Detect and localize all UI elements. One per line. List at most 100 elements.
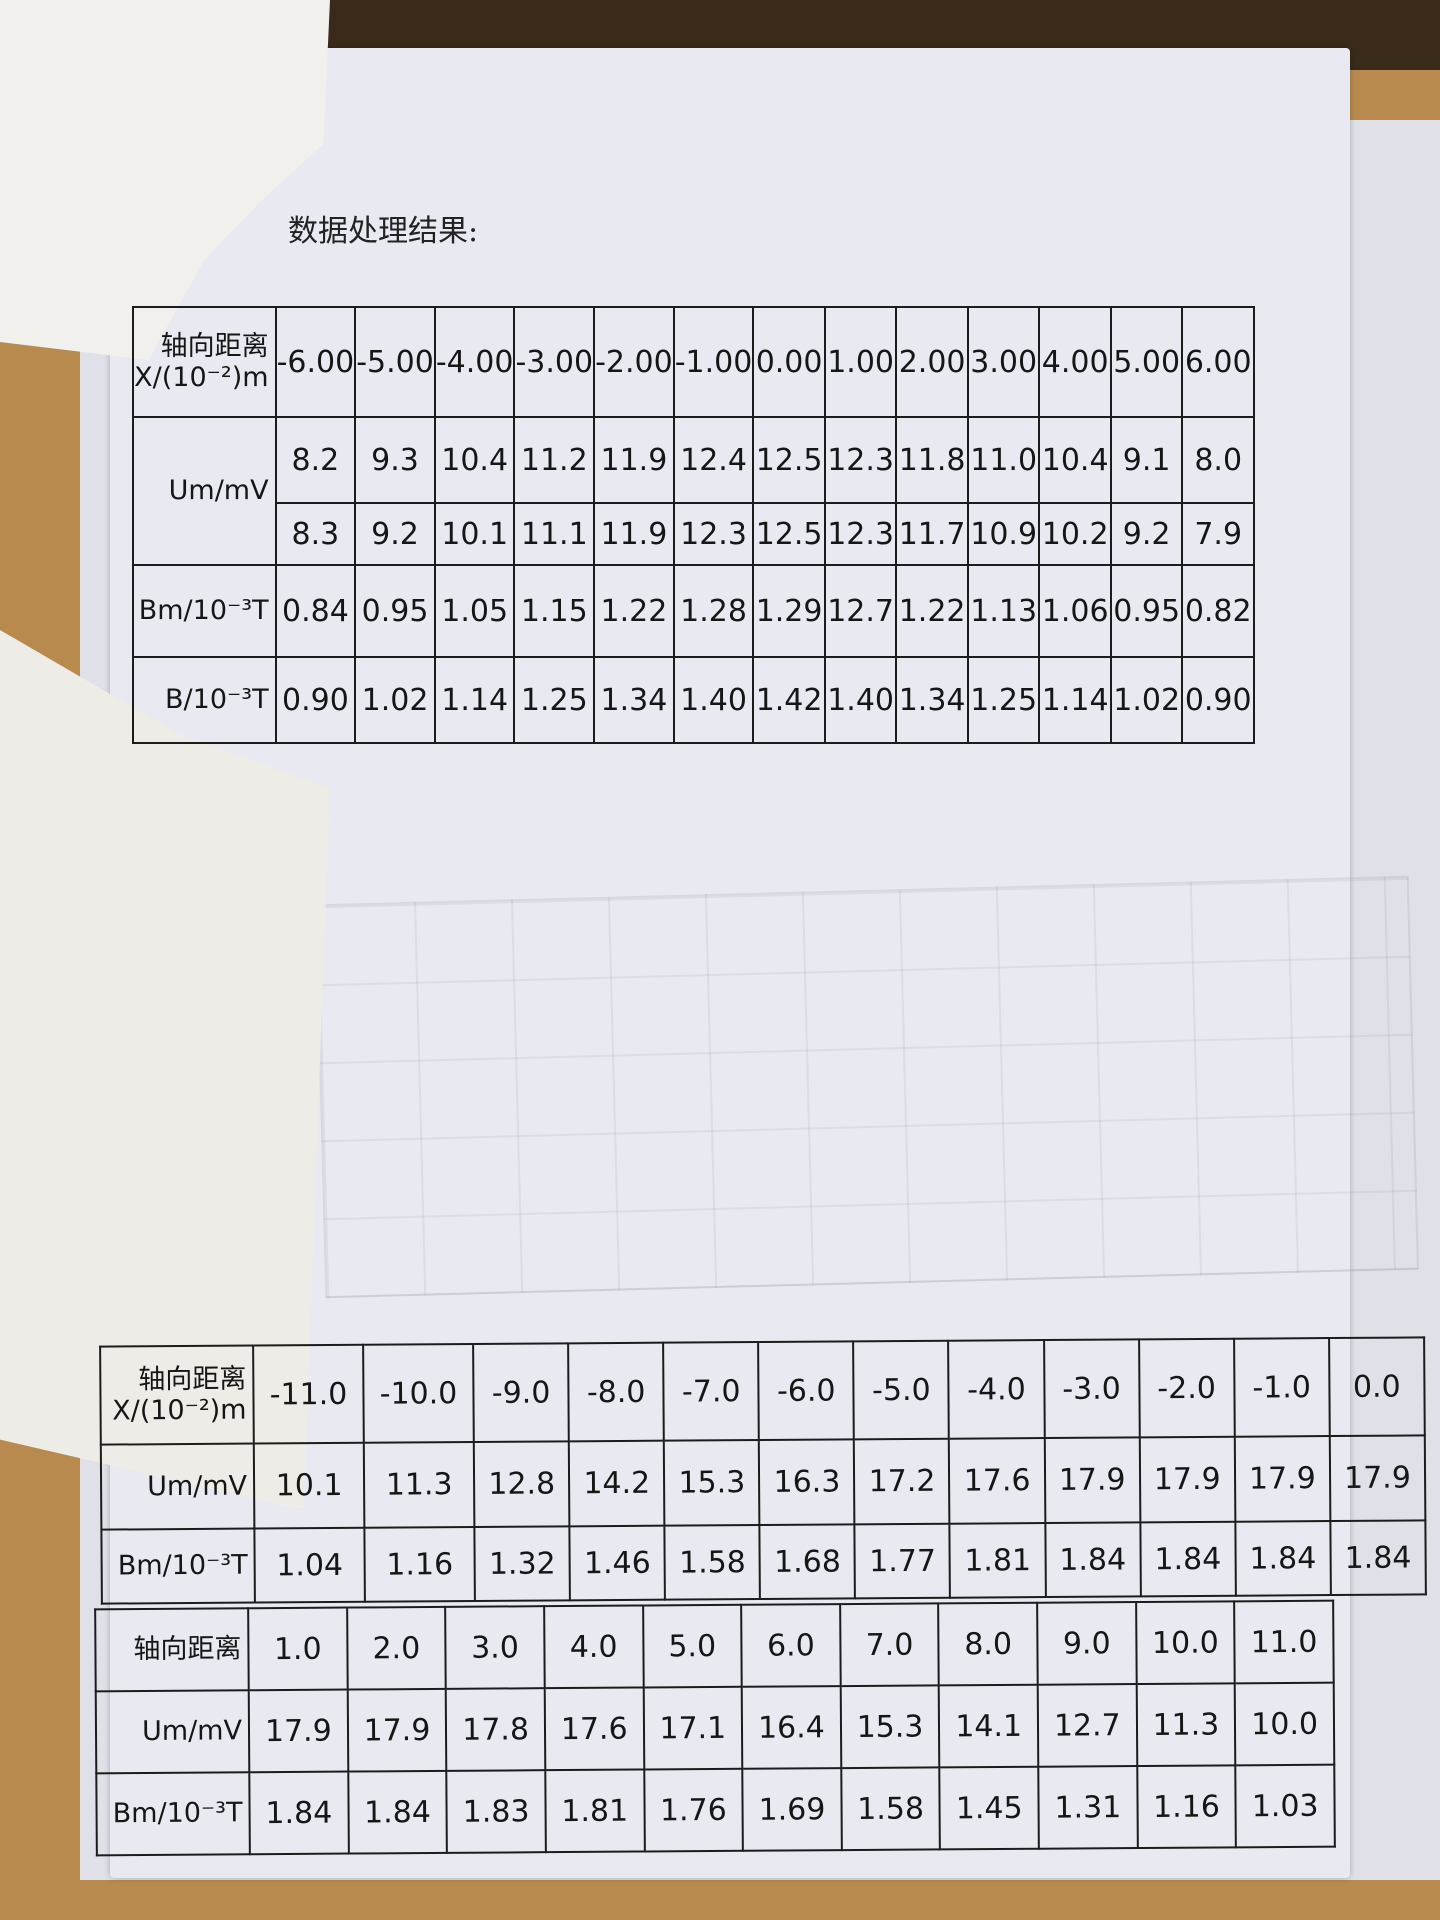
table-cell: 6.0: [741, 1604, 841, 1687]
table-cell: 10.1: [433, 502, 516, 566]
table-cell: 5.00: [1109, 306, 1184, 418]
table-cell: -2.0: [1138, 1338, 1235, 1438]
table-cell: -11.0: [253, 1344, 364, 1444]
table-cell: -3.0: [1043, 1339, 1140, 1439]
table-axial-6cm: 轴向距离 X/(10⁻²)m -6.00 -5.00 -4.00 -3.00 -2.00 -1…: [132, 306, 1255, 744]
row-label-um: Um/mV: [95, 1690, 250, 1774]
table-cell: 1.03: [1235, 1764, 1335, 1848]
table-cell: 9.3: [354, 416, 436, 504]
table-cell: 17.9: [1139, 1436, 1236, 1523]
table-cell: 1.77: [854, 1523, 951, 1599]
table-axial-positive: 轴向距离 1.0 2.0 3.0 4.0 5.0 6.0 7.0 8.0 9.0 10.0 11.0 …: [94, 1600, 1336, 1857]
table-cell: 17.6: [544, 1687, 644, 1771]
table-cell: 1.69: [742, 1768, 842, 1851]
table-cell: 0.84: [274, 564, 357, 658]
table-cell: 1.22: [593, 564, 675, 658]
table-cell: 1.81: [545, 1769, 645, 1853]
table-cell: 12.8: [473, 1441, 570, 1528]
table-cell: 1.25: [966, 656, 1041, 744]
table-cell: 12.7: [823, 564, 898, 658]
table-cell: 5.0: [642, 1604, 742, 1688]
table-cell: -4.0: [948, 1340, 1045, 1439]
table-cell: 12.3: [823, 502, 898, 566]
row-label-x: 轴向距离: [95, 1608, 249, 1692]
table-cell: 3.0: [445, 1606, 545, 1689]
table-cell: 0.95: [1109, 564, 1184, 658]
row-label-x: 轴向距离 X/(10⁻²)m: [132, 306, 277, 418]
table-cell: 1.46: [569, 1525, 666, 1601]
table-cell: 11.9: [593, 416, 675, 504]
table-cell: 11.8: [895, 416, 969, 504]
table-cell: -10.0: [363, 1344, 474, 1443]
table-cell: 1.31: [1038, 1766, 1138, 1849]
table-cell: 11.3: [1136, 1683, 1236, 1767]
table-cell: 1.83: [446, 1770, 546, 1853]
table-cell: 12.4: [672, 416, 755, 504]
table-cell: 12.3: [672, 502, 755, 566]
table-cell: 1.42: [752, 656, 826, 744]
table-cell: 1.81: [949, 1523, 1046, 1598]
table-cell: 10.1: [253, 1442, 365, 1529]
table-cell: 1.28: [672, 564, 755, 658]
table-cell: -6.0: [758, 1341, 855, 1441]
table-cell: 1.84: [1044, 1522, 1141, 1598]
table-cell: 10.9: [966, 502, 1041, 566]
table-row-um2: 8.3 9.2 10.1 11.1 11.9 12.3 12.5 12.3 11.7 10.9 10…: [133, 502, 1255, 566]
table-cell: 17.9: [248, 1689, 348, 1773]
table-cell: 10.2: [1038, 502, 1112, 566]
table-cell: 1.84: [1330, 1520, 1426, 1596]
row-label-bm: Bm/10⁻³T: [101, 1528, 255, 1604]
table-cell: 9.0: [1037, 1602, 1137, 1685]
table-cell: 1.06: [1038, 564, 1112, 658]
table-cell: -5.0: [853, 1340, 950, 1440]
table-row-x: 轴向距离 X/(10⁻²)m -6.00 -5.00 -4.00 -3.00 -2.00 -1…: [132, 306, 1255, 418]
table-cell: 17.2: [854, 1438, 950, 1525]
table-cell: 10.0: [1135, 1601, 1235, 1685]
table-cell: 10.0: [1234, 1682, 1335, 1766]
table-cell: 3.00: [966, 306, 1041, 418]
table-cell: -7.0: [663, 1342, 760, 1441]
table-cell: 11.1: [513, 502, 596, 566]
table-cell: 1.45: [939, 1766, 1039, 1850]
table-cell: 15.3: [664, 1440, 760, 1526]
table-cell: 12.7: [1037, 1684, 1137, 1767]
table-row-um: Um/mV 10.1 11.3 12.8 14.2 15.3 16.3 17.2 17.6 17.…: [100, 1435, 1426, 1530]
table-cell: 0.82: [1181, 564, 1255, 658]
section-title: 数据处理结果:: [288, 214, 479, 249]
table-cell: 1.22: [895, 564, 969, 658]
table-cell: 12.5: [752, 502, 826, 566]
table-cell: 1.76: [643, 1768, 743, 1852]
table-row-x: 轴向距离 1.0 2.0 3.0 4.0 5.0 6.0 7.0 8.0 9.0 10.0 11.0: [95, 1600, 1334, 1692]
table-cell: 4.00: [1038, 306, 1112, 418]
table-cell: 12.5: [752, 416, 826, 504]
table-row-um1: Um/mV 8.2 9.3 10.4 11.2 11.9 12.4 12.5 12.3 11.8 1…: [132, 416, 1255, 566]
table-cell: 10.4: [1038, 416, 1112, 504]
table-cell: 1.34: [895, 656, 969, 744]
table-cell: 9.1: [1109, 416, 1184, 504]
row-label-um: Um/mV: [100, 1443, 255, 1530]
table-cell: -8.0: [568, 1342, 665, 1442]
table-cell: 1.84: [1140, 1521, 1236, 1597]
table-cell: 0.0: [1328, 1337, 1425, 1437]
table-cell: 11.3: [363, 1442, 475, 1528]
table-cell: 7.0: [839, 1603, 940, 1687]
table-cell: 1.58: [664, 1525, 761, 1600]
table-cell: 1.68: [759, 1524, 856, 1600]
table-cell: 1.32: [474, 1526, 571, 1602]
table-cell: 1.84: [1235, 1521, 1331, 1596]
table-cell: 17.9: [1044, 1437, 1141, 1524]
table-cell: 1.16: [364, 1527, 475, 1602]
table-cell: 8.3: [274, 502, 357, 566]
table-cell: 1.84: [347, 1770, 448, 1854]
table-cell: 9.2: [354, 502, 436, 566]
row-label-bm: Bm/10⁻³T: [132, 564, 277, 658]
table-cell: 1.02: [1109, 656, 1184, 744]
row-label-um: Um/mV: [132, 416, 277, 566]
bleed-through-table: [315, 875, 1419, 1299]
table-cell: -1.00: [672, 306, 755, 418]
table-cell: 1.02: [354, 656, 436, 744]
table-cell: -6.00: [274, 306, 357, 418]
table-cell: -5.00: [354, 306, 436, 418]
table-cell: 1.05: [433, 564, 516, 658]
table-cell: 7.9: [1181, 502, 1255, 566]
